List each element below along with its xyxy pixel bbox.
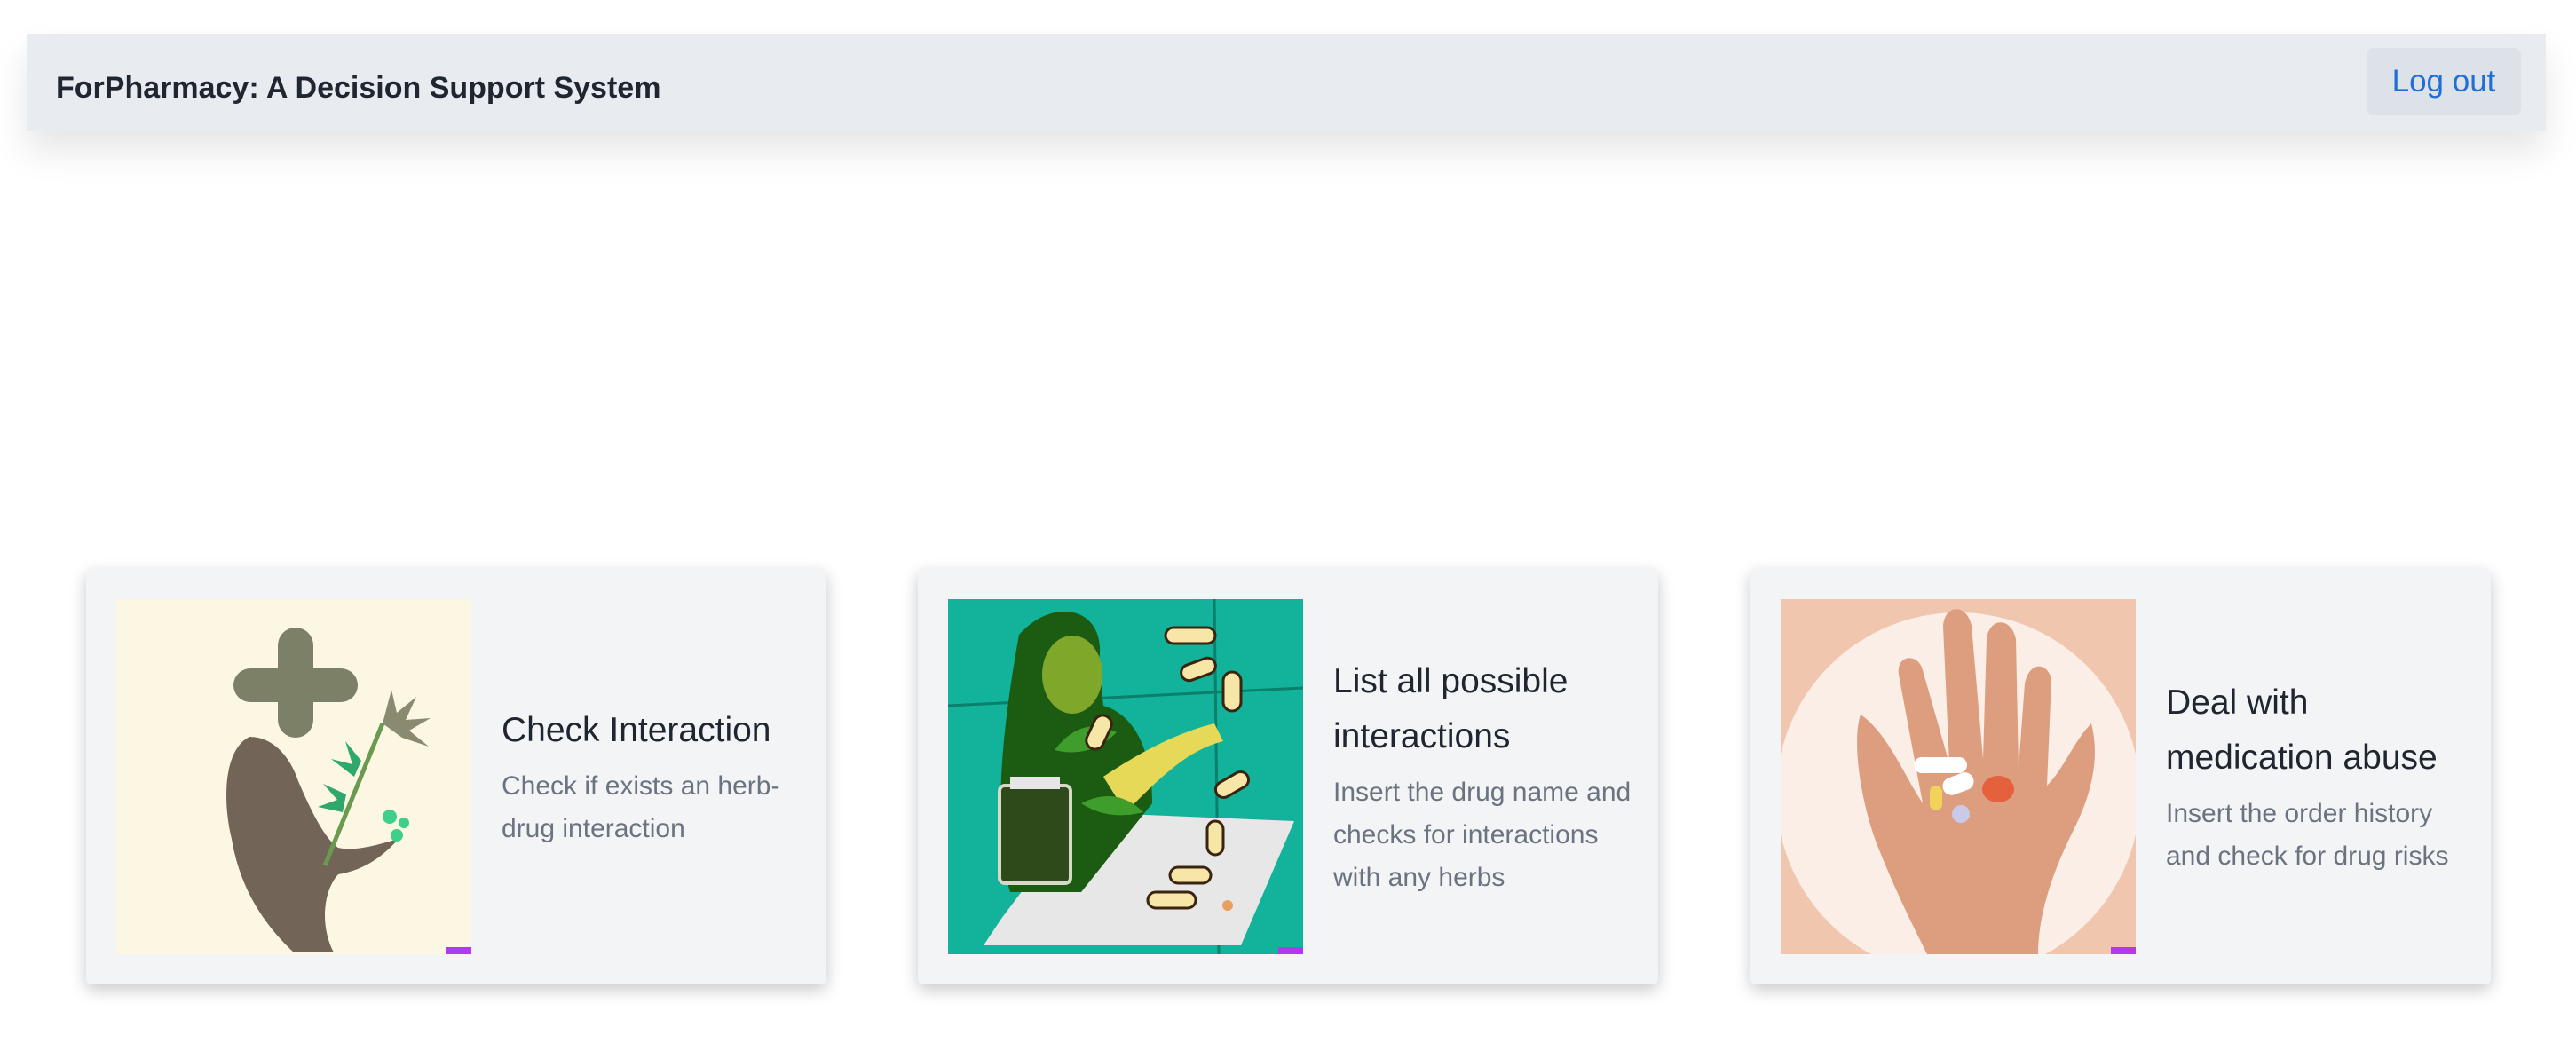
top-navbar: ForPharmacy: A Decision Support System L… bbox=[27, 34, 2546, 131]
card-title: Check Interaction bbox=[502, 711, 771, 749]
logout-button[interactable]: Log out bbox=[2367, 48, 2521, 115]
card-check-interaction[interactable]: Check Interaction Check if exists an her… bbox=[86, 569, 826, 984]
brand-title[interactable]: ForPharmacy: A Decision Support System bbox=[56, 71, 660, 106]
hand-with-pills-illustration bbox=[1781, 599, 2136, 954]
card-title: List all possible interactions bbox=[1333, 662, 1569, 755]
herb-hand-cross-illustration bbox=[116, 599, 471, 954]
card-description: Insert the order history and check for d… bbox=[2166, 799, 2449, 871]
card-list-interactions[interactable]: List all possible interactions Insert th… bbox=[918, 569, 1658, 984]
card-title: Deal with medication abuse bbox=[2166, 683, 2438, 777]
person-pills-leaves-illustration bbox=[948, 599, 1303, 954]
card-description: Insert the drug name and checks for inte… bbox=[1333, 778, 1632, 892]
card-medication-abuse[interactable]: Deal with medication abuse Insert the or… bbox=[1750, 569, 2491, 984]
card-description: Check if exists an herb-drug interaction bbox=[502, 771, 780, 843]
